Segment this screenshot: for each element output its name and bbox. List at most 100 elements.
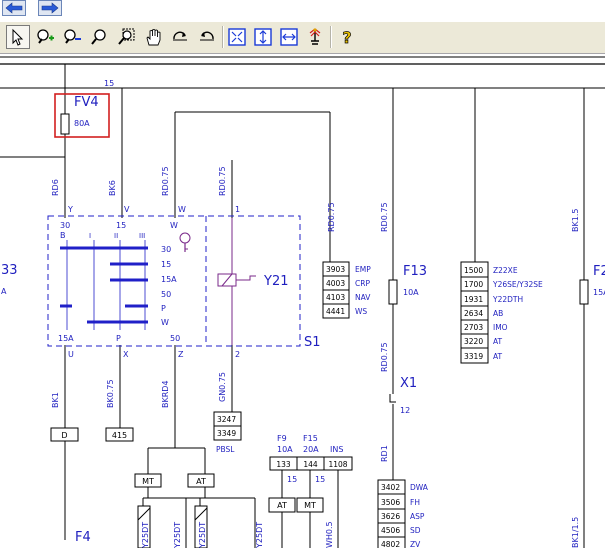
right-fuse-rating: 15A — [593, 288, 605, 297]
highlight-wire-button[interactable] — [303, 25, 327, 49]
f15-pin: 15 — [315, 475, 325, 484]
pbsl-label: PBSL — [216, 445, 235, 454]
ref-code: 3506 — [381, 498, 400, 507]
fit-width-button[interactable] — [277, 25, 301, 49]
back-button[interactable] — [2, 0, 26, 16]
ref-label: AB — [493, 309, 503, 318]
y25dt-label: Y25DT — [141, 522, 150, 548]
s1-position: II — [114, 232, 118, 240]
ref-code: 4003 — [326, 279, 345, 288]
zoom-in-icon — [37, 29, 54, 44]
s1-top-num: W — [170, 221, 178, 230]
s1-bottom-letter: X — [123, 350, 129, 359]
fit-height-button[interactable] — [251, 25, 275, 49]
wire-wh05-label: WH0.5 — [325, 521, 334, 548]
zoom-in-button[interactable] — [33, 25, 57, 49]
s1-top-num: 30 — [60, 221, 70, 230]
ref-label: SD — [410, 526, 421, 535]
rotate-left-button[interactable] — [195, 25, 219, 49]
ref-label: Z22XE — [493, 266, 518, 275]
s1-top-letter: W — [178, 205, 186, 214]
ref-label: Y22DTH — [492, 295, 523, 304]
zoom-area-icon — [118, 28, 135, 45]
s1-right-label: 15A — [161, 275, 177, 284]
rotate-right-button[interactable] — [168, 25, 192, 49]
ref-label: Y26SE/Y32SE — [492, 280, 543, 289]
switch-s1-label: S1 — [304, 335, 321, 350]
s1-bottom-num: 15A — [58, 334, 74, 343]
wire-rd075-label: RD0.75 — [218, 166, 227, 196]
f9-pin: 15 — [287, 475, 297, 484]
ref-code: 3319 — [464, 352, 483, 361]
wire-bk1-label: BK1 — [51, 392, 60, 408]
ref-label: ASP — [410, 512, 425, 521]
ref-code: 2703 — [464, 323, 483, 332]
ref-code: 3349 — [217, 429, 236, 438]
wire-bk15-label: BK1.5 — [571, 209, 580, 232]
edge-ref-33: 33 — [1, 263, 18, 278]
y25dt-label: Y25DT — [198, 522, 207, 548]
fv4-rating: 80A — [74, 119, 90, 128]
zoom-area-button[interactable] — [114, 25, 138, 49]
help-button[interactable]: ? — [335, 25, 359, 49]
zoom-button[interactable] — [87, 25, 111, 49]
ref-label: NAV — [355, 293, 371, 302]
bus-15-label: 15 — [104, 79, 114, 88]
ref-code: 1500 — [464, 266, 483, 275]
ref-code: 3626 — [381, 512, 400, 521]
s1-right-label: W — [161, 318, 169, 327]
wire-bk15-bottom-label: BK1/1.5 — [571, 517, 580, 548]
wire-bk6-label: BK6 — [108, 180, 117, 196]
fit-page-icon — [228, 28, 246, 46]
x1-pin: 12 — [400, 406, 410, 415]
select-tool-button[interactable] — [6, 25, 30, 49]
ref-label: CRP — [355, 279, 370, 288]
zoom-icon — [91, 29, 106, 45]
s1-right-label: 30 — [161, 245, 171, 254]
fit-width-icon — [280, 28, 298, 46]
ref-code: 3247 — [217, 415, 236, 424]
select-arrow-icon — [12, 28, 24, 46]
s1-top-letter: Y — [67, 205, 73, 214]
ref-code: 1931 — [464, 295, 483, 304]
wire-rd075-label: RD0.75 — [380, 202, 389, 232]
schematic-canvas[interactable]: FV4 80A 15 RD6 BK6 RD0.75 RD0.75 RD0.75 … — [0, 54, 605, 548]
s1-bottom-letter: Z — [178, 350, 184, 359]
wire-rd075-label: RD0.75 — [380, 342, 389, 372]
toolbar: ? — [0, 22, 605, 54]
ins-code: 1108 — [328, 460, 347, 469]
at-label: AT — [196, 477, 206, 486]
box-d-label: D — [61, 431, 67, 440]
f13-rating: 10A — [403, 288, 419, 297]
s1-pin-1: 1 — [235, 205, 240, 214]
f15-label: F15 — [303, 434, 318, 443]
f13-fuse-body — [388, 279, 398, 305]
forward-button[interactable] — [38, 0, 62, 16]
fit-page-button[interactable] — [225, 25, 249, 49]
highlight-wire-icon — [309, 28, 321, 45]
s1-top-letter: V — [124, 205, 130, 214]
wire-rd075-label: RD0.75 — [161, 166, 170, 196]
ref-label: EMP — [355, 265, 371, 274]
mt-label: MT — [142, 477, 154, 486]
pan-button[interactable] — [141, 25, 165, 49]
rotate-right-icon — [173, 31, 187, 41]
ref-label: IMO — [493, 323, 508, 332]
ref-label: AT — [493, 337, 503, 346]
fv4-label: FV4 — [74, 95, 99, 110]
ref-code: 1700 — [464, 280, 483, 289]
mt-label: MT — [304, 501, 316, 510]
s1-position: I — [89, 232, 91, 240]
ref-code: 3402 — [381, 483, 400, 492]
ref-label: WS — [355, 307, 367, 316]
zoom-out-button[interactable] — [60, 25, 84, 49]
s1-top-b: B — [60, 231, 66, 240]
ref-code: 4441 — [326, 307, 345, 316]
zoom-out-icon — [64, 29, 81, 44]
f9-rating: 10A — [277, 445, 293, 454]
ref-code: 3220 — [464, 337, 483, 346]
y21-label: Y21 — [263, 274, 288, 289]
x1-label: X1 — [400, 376, 417, 391]
ref-code: 3903 — [326, 265, 345, 274]
navigation-bar — [0, 0, 605, 22]
